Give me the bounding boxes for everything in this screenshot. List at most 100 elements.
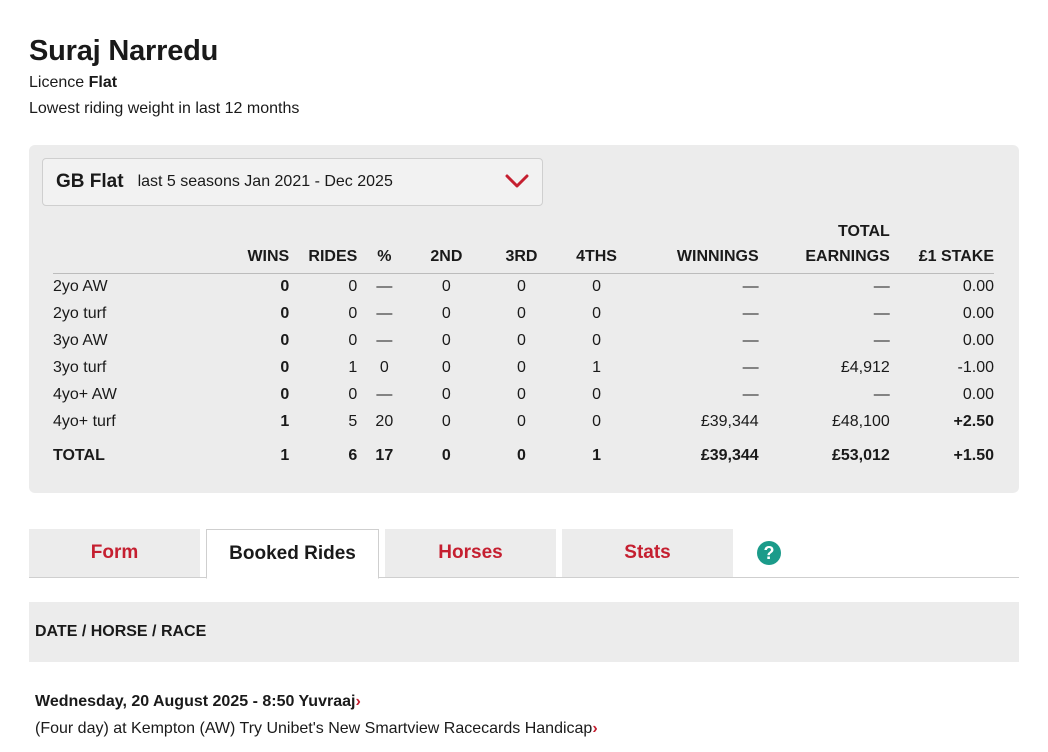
stats-row: 2yo turf 0 0 — 0 0 0 — — 0.00 bbox=[53, 301, 994, 328]
stats-row: 3yo AW 0 0 — 0 0 0 — — 0.00 bbox=[53, 328, 994, 355]
cell-wins: 0 bbox=[280, 386, 290, 403]
cell-pct: 17 bbox=[375, 446, 394, 464]
cell-third: 0 bbox=[516, 413, 526, 430]
cell-pct: 20 bbox=[375, 413, 394, 430]
cell-fourth: 0 bbox=[592, 305, 601, 322]
header-3rd: 3RD bbox=[481, 219, 562, 274]
cell-wins: 0 bbox=[280, 359, 290, 376]
cell-fourth: 1 bbox=[592, 359, 601, 376]
cell-label: 3yo AW bbox=[53, 332, 108, 349]
cell-second: 0 bbox=[441, 359, 451, 376]
cell-fourth: 0 bbox=[592, 386, 601, 403]
stats-table: WINS RIDES % 2ND 3RD 4THS WINNINGS TOTAL… bbox=[53, 219, 994, 472]
cell-winnings: — bbox=[742, 359, 759, 376]
cell-fourth: 0 bbox=[592, 332, 601, 349]
cell-second: 0 bbox=[441, 332, 451, 349]
cell-stake: -1.00 bbox=[957, 359, 994, 376]
ride-race-name: (Four day) at Kempton (AW) Try Unibet's … bbox=[35, 720, 593, 737]
selector-main: GB Flat bbox=[56, 171, 124, 192]
cell-pct: — bbox=[376, 305, 393, 322]
cell-label: TOTAL bbox=[53, 446, 105, 464]
cell-wins: 0 bbox=[280, 332, 290, 349]
chevron-right-icon: › bbox=[355, 693, 361, 710]
cell-pct: 0 bbox=[379, 359, 389, 376]
cell-third: 0 bbox=[516, 446, 526, 464]
cell-third: 0 bbox=[516, 359, 526, 376]
cell-rides: 0 bbox=[348, 386, 358, 403]
cell-label: 4yo+ AW bbox=[53, 386, 117, 403]
cell-third: 0 bbox=[516, 278, 526, 296]
cell-fourth: 0 bbox=[592, 413, 601, 430]
cell-stake: 0.00 bbox=[962, 278, 994, 296]
cell-pct: — bbox=[376, 332, 393, 349]
list-header: DATE / HORSE / RACE bbox=[29, 602, 1019, 662]
cell-pct: — bbox=[376, 278, 393, 296]
header-wins: WINS bbox=[193, 219, 290, 274]
cell-rides: 0 bbox=[348, 278, 358, 296]
chevron-right-icon: › bbox=[592, 720, 598, 737]
cell-pct: — bbox=[376, 386, 393, 403]
cell-rides: 5 bbox=[348, 413, 358, 430]
cell-third: 0 bbox=[516, 305, 526, 322]
cell-rides: 0 bbox=[348, 305, 358, 322]
cell-stake: +2.50 bbox=[953, 413, 994, 430]
cell-third: 0 bbox=[516, 332, 526, 349]
cell-winnings: £39,344 bbox=[700, 413, 759, 430]
jockey-name: Suraj Narredu bbox=[29, 35, 219, 67]
header-pct: % bbox=[357, 219, 412, 274]
stats-panel: GB Flat last 5 seasons Jan 2021 - Dec 20… bbox=[29, 145, 1019, 493]
licence-value: Flat bbox=[88, 74, 118, 91]
ride-race-link[interactable]: (Four day) at Kempton (AW) Try Unibet's … bbox=[35, 719, 598, 739]
help-icon[interactable]: ? bbox=[757, 541, 781, 565]
cell-winnings: — bbox=[742, 386, 759, 403]
season-selector[interactable]: GB Flat last 5 seasons Jan 2021 - Dec 20… bbox=[42, 158, 543, 206]
cell-label: 3yo turf bbox=[53, 359, 107, 376]
tab-form[interactable]: Form bbox=[29, 529, 200, 577]
cell-second: 0 bbox=[441, 278, 451, 296]
header-2nd: 2ND bbox=[411, 219, 482, 274]
cell-wins: 1 bbox=[280, 413, 290, 430]
cell-rides: 6 bbox=[348, 446, 358, 464]
cell-label: 2yo turf bbox=[53, 305, 107, 322]
cell-winnings: £39,344 bbox=[700, 446, 759, 464]
header-total-earnings-1: TOTAL bbox=[837, 223, 890, 240]
cell-label: 2yo AW bbox=[53, 278, 108, 296]
cell-fourth: 1 bbox=[592, 446, 601, 464]
header-rides: RIDES bbox=[289, 219, 358, 274]
header-blank bbox=[53, 219, 194, 274]
cell-stake: 0.00 bbox=[962, 305, 994, 322]
tab-bar: Form Booked Rides Horses Stats ? bbox=[29, 529, 1019, 579]
stats-row: 4yo+ AW 0 0 — 0 0 0 — — 0.00 bbox=[53, 382, 994, 409]
cell-wins: 0 bbox=[280, 278, 290, 296]
licence-label: Licence bbox=[29, 74, 85, 91]
stats-total-row: TOTAL 1 6 17 0 0 1 £39,344 £53,012 +1.50 bbox=[53, 436, 994, 472]
cell-earnings: — bbox=[873, 305, 890, 322]
cell-rides: 0 bbox=[348, 332, 358, 349]
cell-earnings: £4,912 bbox=[840, 359, 890, 376]
header-4ths: 4THS bbox=[561, 219, 632, 274]
lowest-weight-label: Lowest riding weight in last 12 months bbox=[29, 100, 300, 117]
stats-header-row: WINS RIDES % 2ND 3RD 4THS WINNINGS TOTAL… bbox=[53, 219, 994, 274]
stats-row: 4yo+ turf 1 5 20 0 0 0 £39,344 £48,100 +2.50 bbox=[53, 409, 994, 436]
ride-date-horse: Wednesday, 20 August 2025 - 8:50 Yuvraaj bbox=[35, 693, 356, 710]
licence-line: Licence Flat bbox=[29, 73, 299, 93]
stats-row: 3yo turf 0 1 0 0 0 1 — £4,912 -1.00 bbox=[53, 355, 994, 382]
header-total-earnings: TOTAL EARNINGS bbox=[758, 219, 890, 274]
cell-second: 0 bbox=[441, 446, 451, 464]
tab-horses[interactable]: Horses bbox=[385, 529, 556, 577]
cell-label: 4yo+ turf bbox=[53, 413, 116, 430]
cell-wins: 1 bbox=[280, 446, 290, 464]
cell-stake: 0.00 bbox=[962, 386, 994, 403]
jockey-header: Suraj Narredu Licence Flat Lowest riding… bbox=[29, 34, 299, 119]
tab-booked-rides[interactable]: Booked Rides bbox=[206, 529, 379, 579]
tab-stats[interactable]: Stats bbox=[562, 529, 733, 577]
header-total-earnings-2: EARNINGS bbox=[805, 248, 890, 265]
cell-third: 0 bbox=[516, 386, 526, 403]
cell-fourth: 0 bbox=[592, 278, 601, 296]
cell-second: 0 bbox=[441, 305, 451, 322]
cell-second: 0 bbox=[441, 413, 451, 430]
cell-earnings: £53,012 bbox=[831, 446, 890, 464]
selector-sub: last 5 seasons Jan 2021 - Dec 2025 bbox=[137, 173, 393, 190]
cell-stake: 0.00 bbox=[962, 332, 994, 349]
ride-horse-link[interactable]: Wednesday, 20 August 2025 - 8:50 Yuvraaj… bbox=[35, 692, 598, 712]
